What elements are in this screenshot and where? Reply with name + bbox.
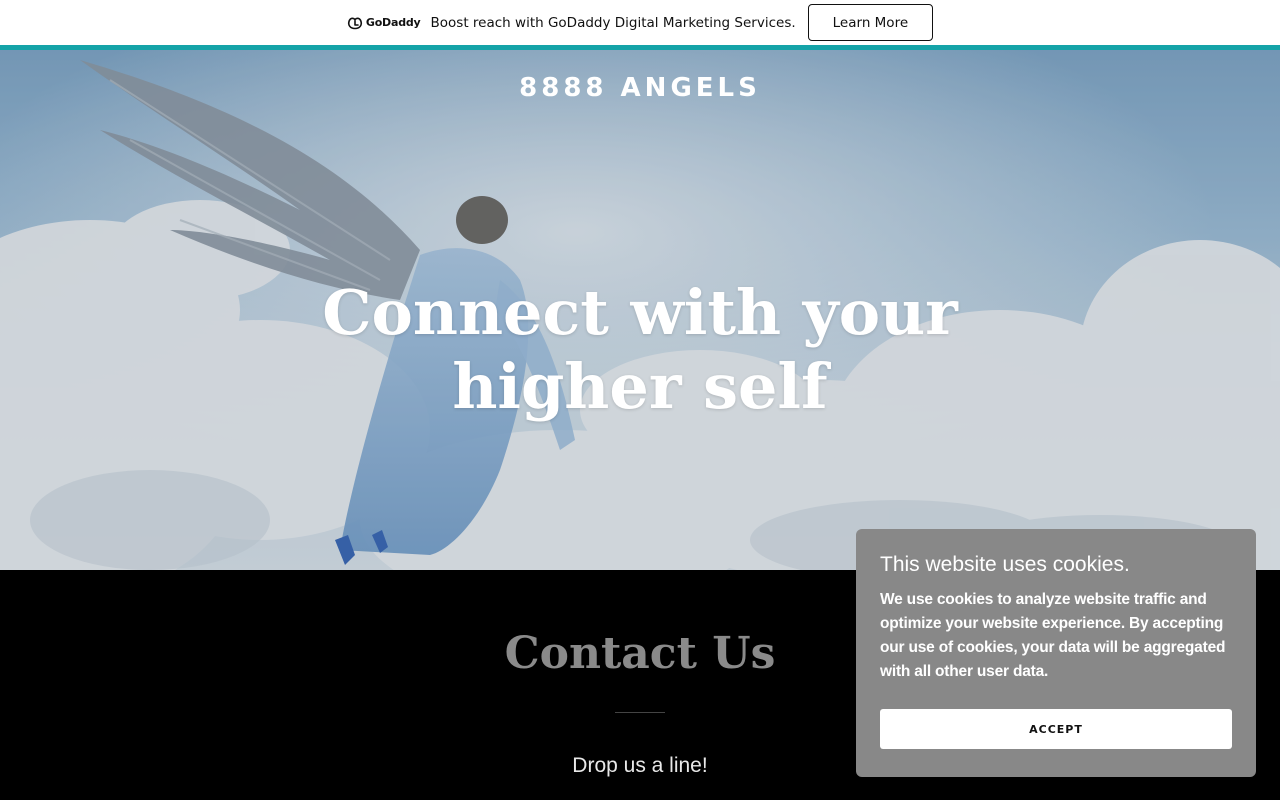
promo-message: Boost reach with GoDaddy Digital Marketi…: [430, 14, 796, 31]
godaddy-logo: GoDaddy: [347, 16, 421, 30]
cookie-banner: This website uses cookies. We use cookie…: [856, 529, 1256, 777]
cookie-text: We use cookies to analyze website traffi…: [880, 591, 1226, 680]
accept-cookies-button[interactable]: ACCEPT: [880, 709, 1232, 749]
godaddy-logo-icon: [347, 17, 362, 29]
learn-more-button[interactable]: Learn More: [807, 4, 934, 41]
promo-bar: GoDaddy Boost reach with GoDaddy Digital…: [0, 0, 1280, 45]
site-title[interactable]: 8888 ANGELS: [0, 73, 1280, 103]
hero-heading: Connect with your higher self: [322, 276, 958, 423]
hero-section: 8888 ANGELS Connect with your higher sel…: [0, 50, 1280, 570]
godaddy-logo-text: GoDaddy: [365, 16, 421, 29]
section-divider: [615, 712, 665, 713]
promo-content: GoDaddy Boost reach with GoDaddy Digital…: [347, 4, 934, 41]
cookie-title: This website uses cookies.: [880, 553, 1130, 576]
